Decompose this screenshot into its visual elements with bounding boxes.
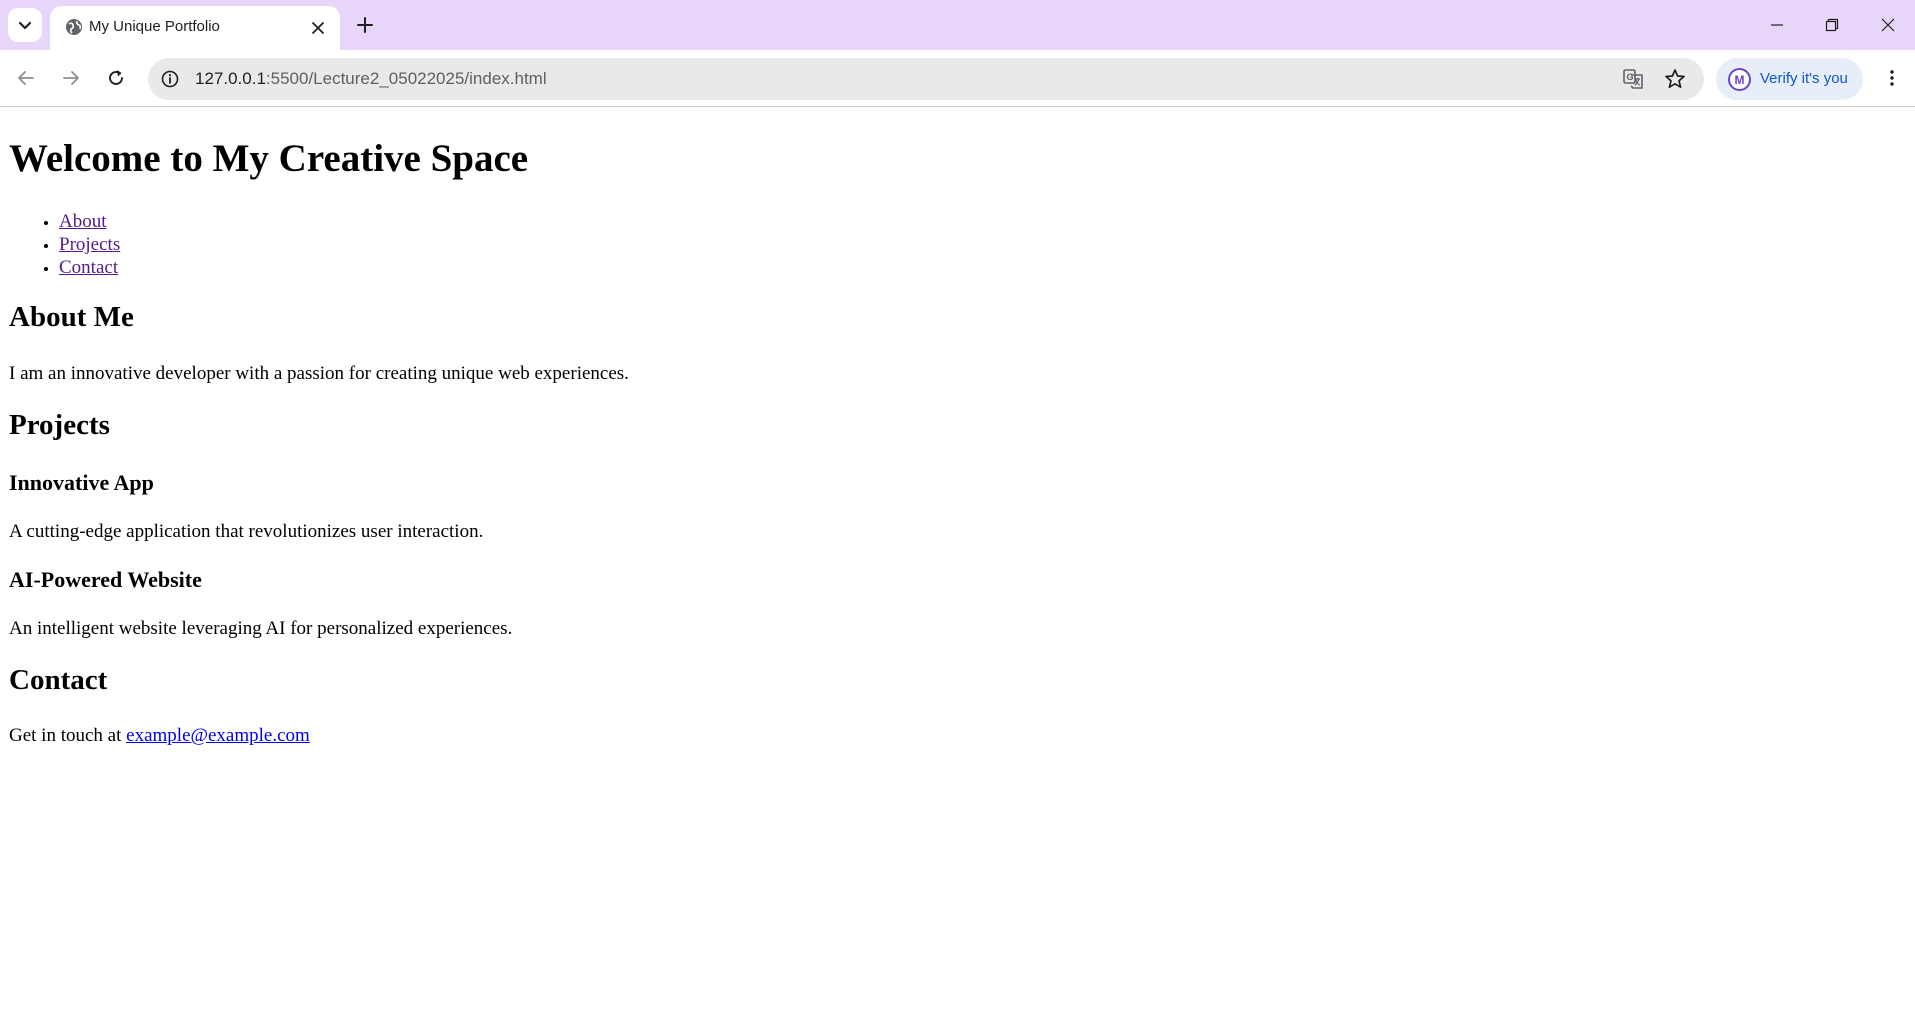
chevron-down-icon <box>18 21 32 30</box>
back-button[interactable] <box>12 64 40 92</box>
url-text[interactable]: 127.0.0.1:5500/Lecture2_05022025/index.h… <box>195 69 547 89</box>
nav-item-contact: Contact <box>59 256 120 279</box>
close-icon[interactable] <box>308 18 328 38</box>
contact-text: Get in touch at example@example.com <box>9 725 310 747</box>
close-window-button[interactable] <box>1874 12 1902 38</box>
nav-link-about[interactable]: About <box>59 211 107 232</box>
active-tab[interactable]: My Unique Portfolio <box>50 6 340 50</box>
nav-item-projects: Projects <box>59 233 120 256</box>
arrow-right-icon <box>63 71 79 85</box>
minimize-icon <box>1771 24 1783 26</box>
reload-icon <box>109 70 123 85</box>
project-title: Innovative App <box>9 470 154 495</box>
restore-button[interactable] <box>1818 12 1846 38</box>
email-link[interactable]: example@example.com <box>126 725 310 746</box>
page-title: Welcome to My Creative Space <box>9 137 529 180</box>
browser-menu-button[interactable] <box>1878 64 1906 92</box>
tab-search-button[interactable] <box>8 8 42 42</box>
svg-text:G: G <box>1627 72 1634 82</box>
verify-label: Verify it's you <box>1760 70 1848 87</box>
translate-icon[interactable]: G <box>1621 67 1645 91</box>
tab-title: My Unique Portfolio <box>89 18 220 35</box>
project-title: AI-Powered Website <box>9 567 202 592</box>
reload-button[interactable] <box>102 64 130 92</box>
projects-heading: Projects <box>9 409 110 441</box>
avatar: M <box>1728 68 1751 91</box>
url-path: :5500/Lecture2_05022025/index.html <box>265 69 547 88</box>
bookmark-star-icon[interactable] <box>1663 67 1687 91</box>
contact-heading: Contact <box>9 664 108 696</box>
contact-prefix: Get in touch at <box>9 725 122 746</box>
project-description: An intelligent website leveraging AI for… <box>9 618 513 639</box>
url-host: 127.0.0.1 <box>195 69 266 88</box>
globe-icon <box>66 19 82 35</box>
restore-icon <box>1825 18 1839 32</box>
nav-link-projects[interactable]: Projects <box>59 234 120 255</box>
web-page: Welcome to My Creative Space About Proje… <box>0 108 1915 1018</box>
project-description: A cutting-edge application that revoluti… <box>9 521 484 542</box>
verify-profile-button[interactable]: M Verify it's you <box>1716 58 1863 100</box>
new-tab-plus-icon[interactable] <box>352 12 378 38</box>
about-heading: About Me <box>9 301 134 333</box>
nav-link-contact[interactable]: Contact <box>59 257 118 278</box>
tab-strip: My Unique Portfolio <box>0 0 1915 50</box>
arrow-left-icon <box>18 71 34 85</box>
minimize-button[interactable] <box>1763 12 1791 38</box>
kebab-menu-icon <box>1890 70 1894 86</box>
forward-button[interactable] <box>57 64 85 92</box>
site-info-icon[interactable] <box>160 69 180 89</box>
browser-toolbar: 127.0.0.1:5500/Lecture2_05022025/index.h… <box>0 50 1915 107</box>
address-bar[interactable]: 127.0.0.1:5500/Lecture2_05022025/index.h… <box>148 58 1704 100</box>
close-window-icon <box>1881 18 1895 32</box>
nav-list: About Projects Contact <box>59 210 120 279</box>
nav-item-about: About <box>59 210 120 233</box>
about-text: I am an innovative developer with a pass… <box>9 363 629 384</box>
